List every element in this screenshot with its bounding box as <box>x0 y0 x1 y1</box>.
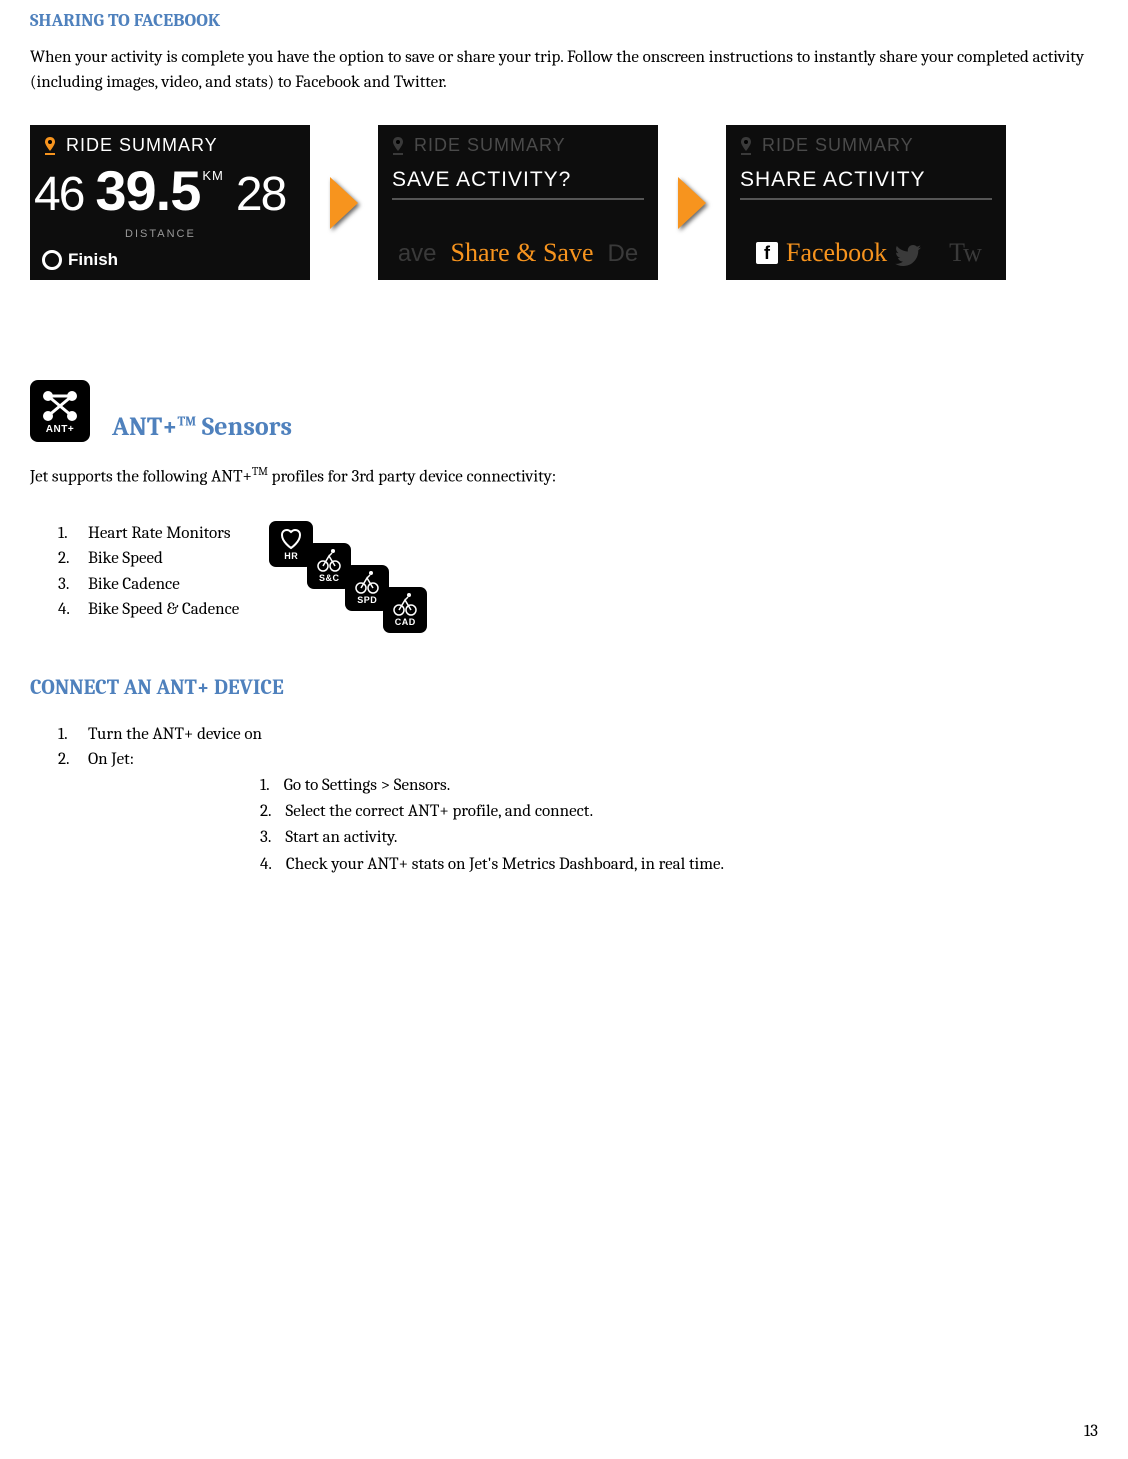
facebook-option[interactable]: Facebook <box>786 238 887 268</box>
screen1-title: RIDE SUMMARY <box>66 135 218 156</box>
list-item: Bike Speed & Cadence <box>88 597 239 623</box>
ant-heading-row: ANT+ ANT+TM Sensors <box>30 380 1098 442</box>
arrow-icon <box>678 177 706 229</box>
stat-distance: 39.5KM <box>95 158 222 223</box>
pin-icon <box>738 137 752 155</box>
pin-icon <box>42 137 56 155</box>
list-item: Go to Settings > Sensors. <box>284 773 451 799</box>
sensor-icons-cluster: HR S&C SPD CAD <box>269 521 429 636</box>
section-heading-connect: CONNECT AN ANT+ DEVICE <box>30 676 1098 700</box>
page-number: 13 <box>1084 1422 1098 1441</box>
share-save-option[interactable]: Share & Save <box>451 238 594 268</box>
list-item: Turn the ANT+ device on <box>88 722 262 748</box>
list-item: Select the correct ANT+ profile, and con… <box>286 799 594 825</box>
finish-dot-icon <box>42 250 62 270</box>
list-item: Start an activity. <box>285 825 397 851</box>
ant-sensors-heading: ANT+TM Sensors <box>112 412 292 442</box>
screen-save-activity: RIDE SUMMARY SAVE ACTIVITY? ave Share & … <box>378 125 658 280</box>
screen2-title: RIDE SUMMARY <box>414 135 566 156</box>
list-item: Check your ANT+ stats on Jet's Metrics D… <box>286 852 724 878</box>
connect-outer-list: 1.Turn the ANT+ device on 2.On Jet: <box>30 722 1098 773</box>
screen3-title: RIDE SUMMARY <box>762 135 914 156</box>
share-activity-label: SHARE ACTIVITY <box>740 168 992 200</box>
stat-right: 28 <box>236 167 285 222</box>
screen-share-activity: RIDE SUMMARY SHARE ACTIVITY f Facebook T… <box>726 125 1006 280</box>
screenshot-flow: RIDE SUMMARY 46 39.5KM 28 DISTANCE Finis… <box>30 125 1098 280</box>
stat-left: 46 <box>34 167 83 222</box>
arrow-icon <box>330 177 358 229</box>
list-item: Bike Cadence <box>88 572 180 598</box>
twitter-icon <box>895 242 921 264</box>
facebook-icon: f <box>756 242 778 264</box>
section-heading-sharing: SHARING TO FACEBOOK <box>30 10 1098 31</box>
list-item: On Jet: <box>88 747 134 773</box>
ant-plus-icon: ANT+ <box>30 380 90 442</box>
save-option-left[interactable]: ave <box>398 240 437 268</box>
twitter-option[interactable]: Tw <box>949 238 982 268</box>
finish-button[interactable]: Finish <box>42 250 118 270</box>
connect-inner-list: 1.Go to Settings > Sensors. 2.Select the… <box>260 773 1098 878</box>
screen-ride-summary: RIDE SUMMARY 46 39.5KM 28 DISTANCE Finis… <box>30 125 310 280</box>
sharing-body: When your activity is complete you have … <box>30 46 1098 95</box>
ant-body: Jet supports the following ANT+TM profil… <box>30 464 1098 490</box>
list-item: Bike Speed <box>88 546 163 572</box>
ant-profile-list: 1.Heart Rate Monitors 2.Bike Speed 3.Bik… <box>30 521 239 623</box>
list-item: Heart Rate Monitors <box>88 521 231 547</box>
save-option-right[interactable]: De <box>607 240 638 268</box>
save-activity-label: SAVE ACTIVITY? <box>392 168 644 200</box>
cad-icon: CAD <box>383 587 427 633</box>
distance-label: DISTANCE <box>125 228 196 240</box>
pin-icon <box>390 137 404 155</box>
